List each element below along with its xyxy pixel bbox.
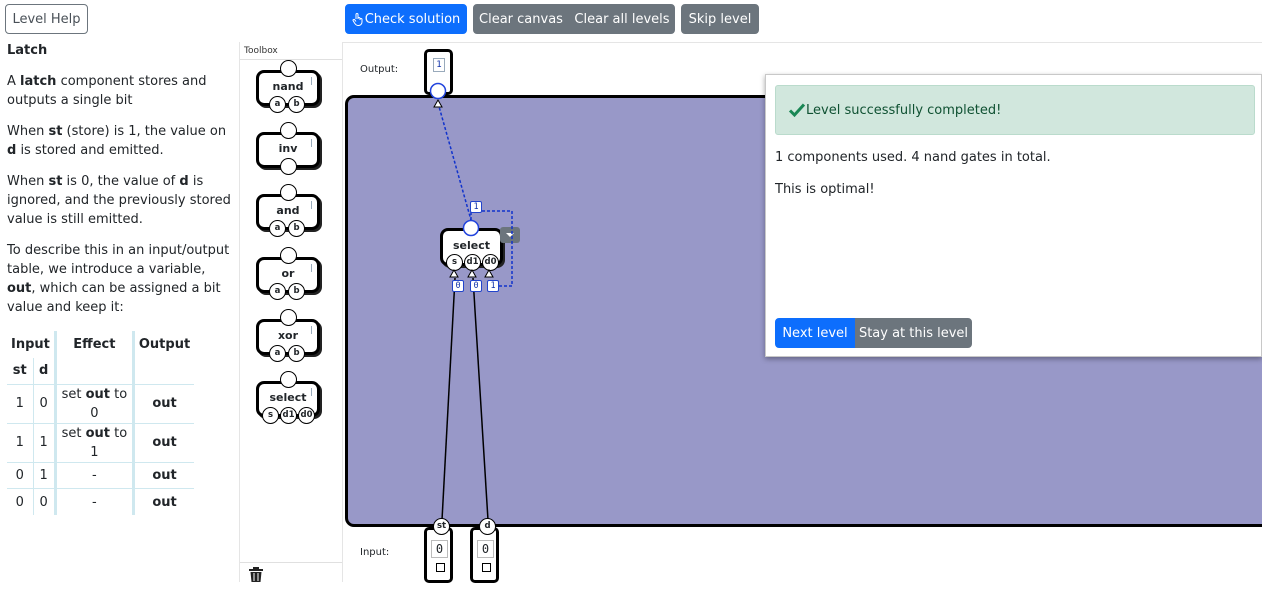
help-paragraph-4: To describe this in an input/output tabl… — [7, 243, 230, 315]
component-menu-button[interactable] — [500, 227, 520, 243]
input-st-pin[interactable]: st — [433, 518, 450, 535]
select-out-value-tag: 1 — [470, 201, 482, 213]
success-alert: Level successfully completed! — [775, 85, 1255, 135]
level-complete-dialog: Level successfully completed! 1 componen… — [765, 74, 1262, 357]
input-pin[interactable]: a — [269, 220, 286, 237]
input-d-toggle[interactable] — [482, 563, 491, 572]
input-pin[interactable]: d1 — [280, 407, 297, 424]
check-solution-label: Check solution — [364, 11, 461, 27]
help-paragraph-2: When st (store) is 1, the value on d is … — [7, 124, 227, 158]
input-pin[interactable]: b — [288, 283, 305, 300]
hand-pointer-icon — [352, 12, 363, 26]
input-pin[interactable]: b — [288, 345, 305, 362]
gate-label: inv — [278, 142, 298, 155]
table-header-output: Output — [138, 336, 191, 352]
table-subheader-st: st — [7, 357, 34, 384]
input-pin[interactable]: a — [269, 96, 286, 113]
skip-level-button[interactable]: Skip level — [681, 4, 759, 34]
input-pin[interactable] — [280, 158, 297, 175]
table-row: 0 1 - out — [7, 461, 195, 489]
select-pin-d1[interactable]: d1 — [464, 254, 481, 271]
level-title: Latch — [7, 43, 48, 58]
input-node-d: 0 — [470, 527, 499, 583]
input-pin[interactable]: a — [269, 345, 286, 362]
level-help-button[interactable]: Level Help — [5, 4, 88, 34]
help-paragraph-1: A latch component stores and outputs a s… — [7, 74, 207, 108]
table-row: 1 1 set out to 1 out — [7, 422, 195, 462]
toolbox-item-select[interactable]: select s d1 d0 — [256, 371, 320, 424]
select-pin-s[interactable]: s — [446, 254, 463, 271]
check-solution-button[interactable]: Check solution — [345, 4, 467, 34]
table-header-effect: Effect — [55, 331, 135, 358]
input-pin[interactable]: b — [288, 96, 305, 113]
gate-label: xor — [277, 329, 299, 342]
clear-canvas-button[interactable]: Clear canvas — [473, 4, 569, 34]
toolbox-title: Toolbox — [244, 46, 278, 56]
table-header-input: Input — [7, 331, 57, 358]
output-label: Output: — [360, 64, 399, 75]
toolbox-panel: Toolbox nand a b inv and a b or a b xor … — [239, 42, 343, 582]
select-label: select — [452, 239, 491, 252]
pin-s-value-tag: 0 — [452, 280, 464, 292]
input-d-value[interactable]: 0 — [477, 540, 494, 558]
optimal-message: This is optimal! — [775, 182, 875, 197]
truth-table: Input Effect Output st d 1 0 set out to … — [7, 331, 195, 515]
output-node: 1 — [424, 49, 453, 95]
trash-icon[interactable] — [247, 567, 265, 582]
components-summary: 1 components used. 4 nand gates in total… — [775, 150, 1051, 165]
output-value: 1 — [433, 58, 445, 72]
help-paragraph-3: When st is 0, the value of d is ignored,… — [7, 174, 231, 227]
pin-d0-value-tag: 1 — [487, 280, 499, 292]
table-row: 0 0 - out — [7, 488, 195, 515]
toolbox-item-xor[interactable]: xor a b — [256, 309, 320, 362]
gate-label: and — [276, 204, 300, 217]
input-pin[interactable]: b — [288, 220, 305, 237]
select-component[interactable]: select s d1 d0 — [440, 228, 503, 271]
input-pin[interactable]: s — [262, 407, 279, 424]
level-help-panel: Latch A latch component stores and outpu… — [7, 41, 233, 515]
success-message: Level successfully completed! — [806, 102, 1002, 118]
input-pin[interactable]: d0 — [298, 407, 315, 424]
table-row: 1 0 set out to 0 out — [7, 383, 195, 423]
gate-label: or — [281, 267, 295, 280]
toolbox-item-or[interactable]: or a b — [256, 247, 320, 300]
toolbox-item-inv[interactable]: inv — [256, 122, 320, 175]
select-pin-d0[interactable]: d0 — [482, 254, 499, 271]
next-level-button[interactable]: Next level — [775, 318, 855, 348]
toolbox-item-and[interactable]: and a b — [256, 184, 320, 237]
toolbox-item-nand[interactable]: nand a b — [256, 60, 320, 113]
input-pin[interactable]: a — [269, 283, 286, 300]
gate-label: nand — [272, 80, 304, 93]
stay-at-level-button[interactable]: Stay at this level — [855, 318, 972, 348]
gate-label: select — [269, 391, 307, 404]
input-d-pin[interactable]: d — [479, 518, 496, 535]
pin-d1-value-tag: 0 — [470, 280, 482, 292]
clear-all-levels-button[interactable]: Clear all levels — [569, 4, 675, 34]
input-label: Input: — [360, 547, 390, 558]
input-st-value[interactable]: 0 — [431, 540, 448, 558]
input-node-st: 0 — [424, 527, 453, 583]
checkmark-icon — [788, 103, 806, 118]
table-subheader-d: d — [33, 357, 57, 384]
input-st-toggle[interactable] — [436, 563, 445, 572]
